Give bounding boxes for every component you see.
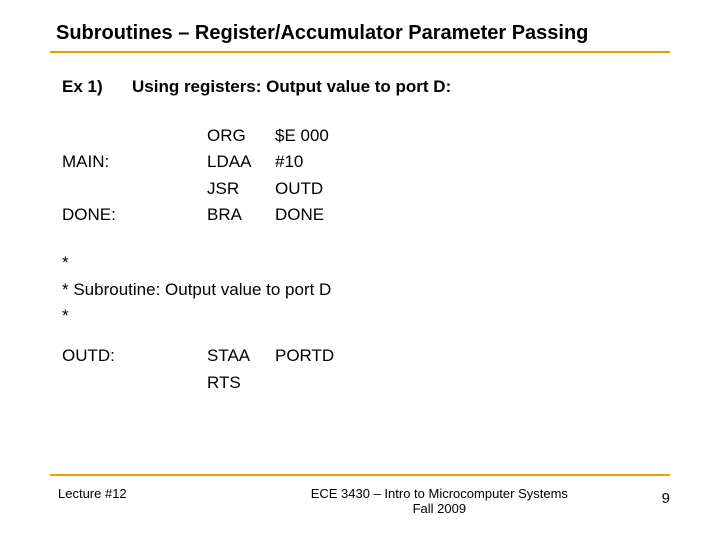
comment-block: * * Subroutine: Output value to port D * bbox=[62, 250, 670, 329]
slide-title: Subroutines – Register/Accumulator Param… bbox=[56, 22, 670, 45]
code-line: OUTD: STAA PORTD bbox=[62, 343, 670, 369]
footer-course: ECE 3430 – Intro to Microcomputer System… bbox=[249, 486, 630, 516]
page-number: 9 bbox=[630, 486, 670, 507]
code-line: RTS bbox=[62, 370, 670, 396]
example-text: Using registers: Output value to port D: bbox=[132, 77, 451, 97]
code-operand: #10 bbox=[275, 149, 303, 175]
footer-course-line2: Fall 2009 bbox=[249, 501, 630, 516]
code-operand: $E 000 bbox=[275, 123, 329, 149]
code-label bbox=[62, 370, 207, 396]
code-mnemonic: LDAA bbox=[207, 149, 275, 175]
code-mnemonic: JSR bbox=[207, 176, 275, 202]
code-mnemonic: RTS bbox=[207, 370, 275, 396]
code-line: DONE: BRA DONE bbox=[62, 202, 670, 228]
example-label: Ex 1) bbox=[62, 77, 132, 97]
code-label bbox=[62, 176, 207, 202]
divider-top bbox=[50, 51, 670, 53]
code-operand: DONE bbox=[275, 202, 324, 228]
code-line: JSR OUTD bbox=[62, 176, 670, 202]
code-operand: PORTD bbox=[275, 343, 334, 369]
code-line: MAIN: LDAA #10 bbox=[62, 149, 670, 175]
slide-footer: Lecture #12 ECE 3430 – Intro to Microcom… bbox=[50, 474, 670, 516]
code-mnemonic: BRA bbox=[207, 202, 275, 228]
comment-line: * bbox=[62, 303, 670, 329]
footer-lecture: Lecture #12 bbox=[50, 486, 249, 501]
code-mnemonic: STAA bbox=[207, 343, 275, 369]
code-operand: OUTD bbox=[275, 176, 323, 202]
divider-bottom bbox=[50, 474, 670, 476]
code-label: MAIN: bbox=[62, 149, 207, 175]
code-label: DONE: bbox=[62, 202, 207, 228]
example-heading: Ex 1) Using registers: Output value to p… bbox=[62, 77, 670, 97]
code-block-main: ORG $E 000 MAIN: LDAA #10 JSR OUTD DONE:… bbox=[62, 123, 670, 228]
slide-content: Ex 1) Using registers: Output value to p… bbox=[50, 77, 670, 396]
code-mnemonic: ORG bbox=[207, 123, 275, 149]
comment-line: * Subroutine: Output value to port D bbox=[62, 277, 670, 303]
code-line: ORG $E 000 bbox=[62, 123, 670, 149]
code-label: OUTD: bbox=[62, 343, 207, 369]
code-block-subroutine: OUTD: STAA PORTD RTS bbox=[62, 343, 670, 396]
footer-course-line1: ECE 3430 – Intro to Microcomputer System… bbox=[249, 486, 630, 501]
comment-line: * bbox=[62, 250, 670, 276]
code-label bbox=[62, 123, 207, 149]
